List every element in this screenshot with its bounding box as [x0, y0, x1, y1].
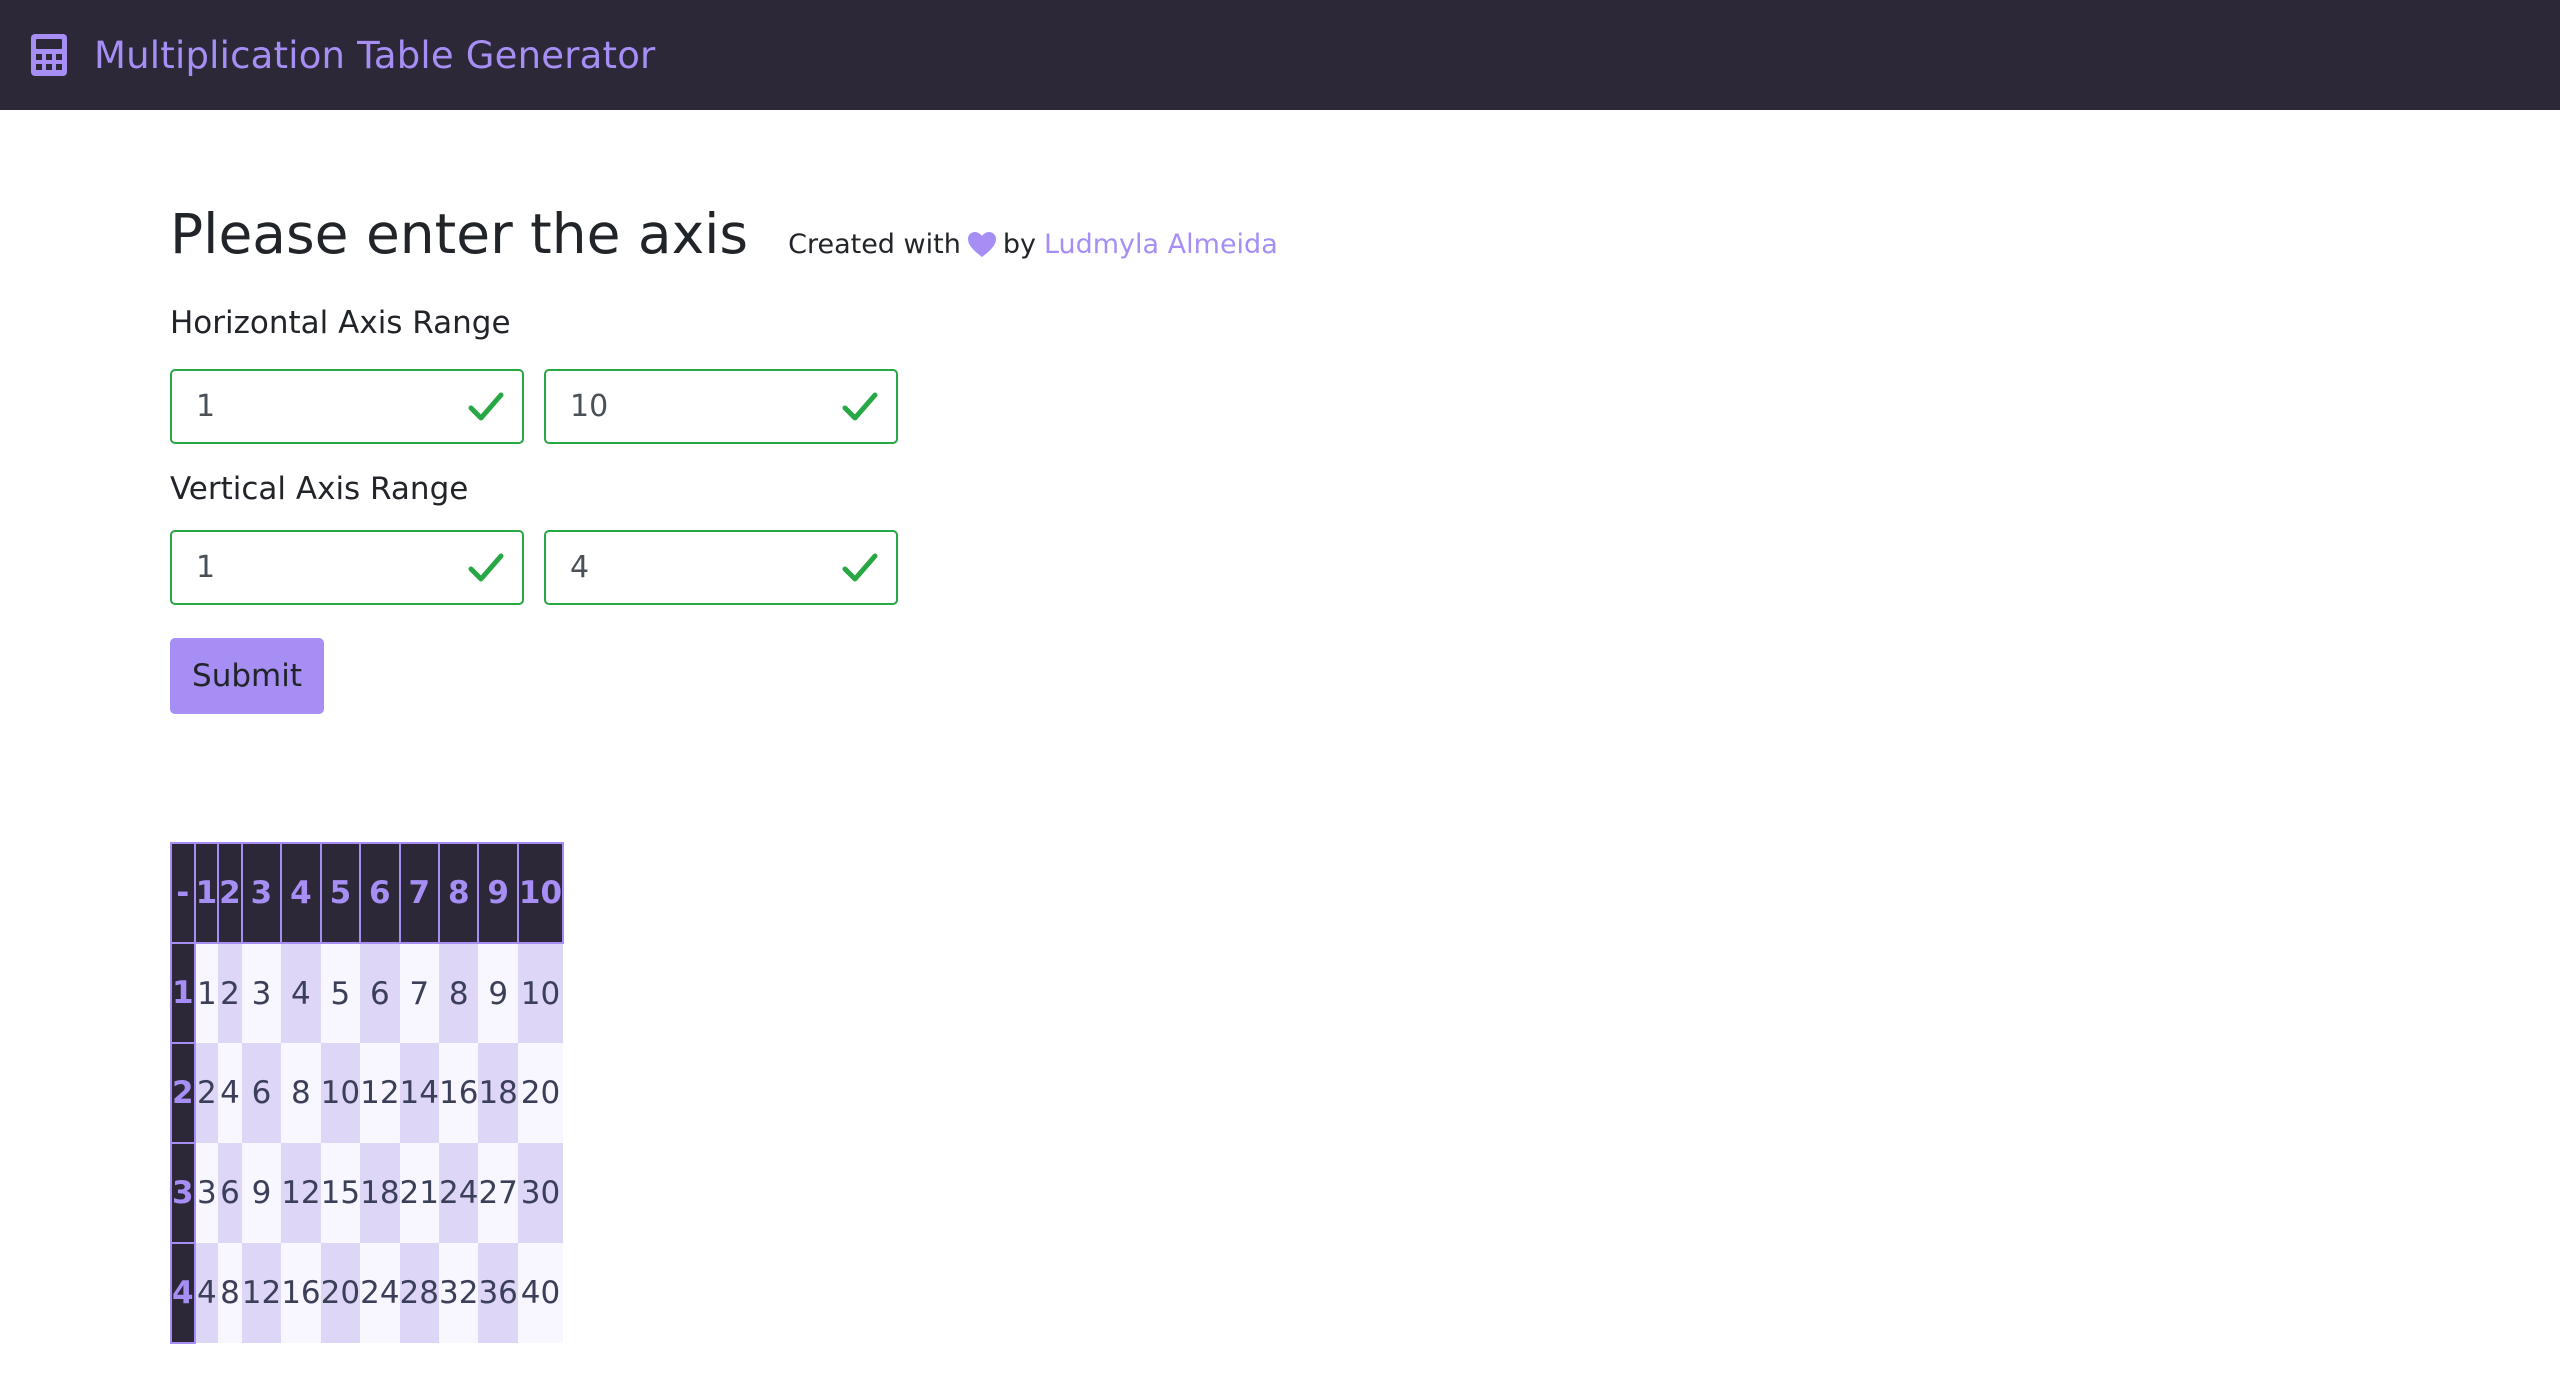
credit-by: by [1002, 229, 1036, 260]
table-cell: 24 [439, 1143, 479, 1243]
table-cell: 12 [241, 1243, 282, 1343]
vertical-max-field[interactable] [544, 530, 898, 605]
horizontal-min-field[interactable] [170, 369, 524, 444]
vertical-max-input[interactable] [546, 549, 832, 586]
table-cell: 20 [517, 1043, 564, 1143]
page-title: Please enter the axis [170, 202, 749, 266]
table-cell: 9 [241, 1143, 282, 1243]
table-cell: 28 [399, 1243, 439, 1343]
table-cell: 4 [218, 1043, 242, 1143]
vertical-axis-label: Vertical Axis Range [170, 471, 469, 507]
table-cell: 40 [517, 1243, 564, 1343]
table-cell: 18 [478, 1043, 518, 1143]
table-cell: 2 [194, 1043, 219, 1143]
row-header: 2 [170, 1042, 196, 1144]
row-header: 1 [170, 942, 196, 1044]
table-cell: 5 [320, 943, 361, 1043]
row-header: 3 [170, 1142, 196, 1244]
column-header: 3 [240, 842, 283, 944]
author-link[interactable]: Ludmyla Almeida [1044, 229, 1278, 260]
table-cell: 7 [399, 943, 439, 1043]
vertical-min-field[interactable] [170, 530, 524, 605]
table-cell: 27 [478, 1143, 518, 1243]
column-header: 1 [193, 842, 220, 944]
check-icon [842, 392, 878, 421]
table-cell: 3 [241, 943, 282, 1043]
column-header: 8 [437, 842, 480, 944]
horizontal-max-field[interactable] [544, 369, 898, 444]
table-cell: 6 [241, 1043, 282, 1143]
horizontal-axis-label: Horizontal Axis Range [170, 305, 511, 341]
calculator-icon [31, 34, 67, 76]
table-cell: 8 [281, 1043, 321, 1143]
table-cell: 14 [399, 1043, 439, 1143]
column-header: 7 [398, 842, 441, 944]
table-row: 3 3 6 9 12 15 18 21 24 27 30 [170, 1142, 564, 1244]
row-header: 4 [170, 1242, 196, 1344]
horizontal-min-input[interactable] [172, 388, 458, 425]
heart-icon [967, 232, 996, 257]
check-icon [468, 392, 504, 421]
table-cell: 21 [399, 1143, 439, 1243]
table-cell: 6 [360, 943, 400, 1043]
table-cell: 8 [439, 943, 479, 1043]
table-cell: 16 [281, 1243, 321, 1343]
table-header-row: - 1 2 3 4 5 6 7 8 9 10 [170, 842, 565, 944]
column-header: 4 [280, 842, 322, 944]
table-cell: 16 [439, 1043, 479, 1143]
table-cell: 4 [281, 943, 321, 1043]
column-header: 9 [477, 842, 519, 944]
column-header: 6 [359, 842, 401, 944]
table-cell: 2 [218, 943, 242, 1043]
table-cell: 18 [360, 1143, 400, 1243]
column-header: 10 [516, 842, 565, 944]
heading-row: Please enter the axis Created with by Lu… [170, 202, 1278, 266]
vertical-min-input[interactable] [172, 549, 458, 586]
column-header: 2 [217, 842, 243, 944]
table-cell: 1 [194, 943, 219, 1043]
table-cell: 8 [218, 1243, 242, 1343]
table-cell: 24 [360, 1243, 400, 1343]
table-cell: 4 [194, 1243, 219, 1343]
table-cell: 10 [517, 943, 564, 1043]
app-title[interactable]: Multiplication Table Generator [94, 34, 655, 77]
check-icon [468, 553, 504, 582]
multiplication-table: - 1 2 3 4 5 6 7 8 9 10 1 1 2 3 4 5 6 7 8… [170, 842, 565, 1344]
navbar: Multiplication Table Generator [0, 0, 2560, 110]
table-row: 2 2 4 6 8 10 12 14 16 18 20 [170, 1042, 564, 1144]
table-cell: 6 [218, 1143, 242, 1243]
table-cell: 3 [194, 1143, 219, 1243]
table-cell: 9 [478, 943, 518, 1043]
table-cell: 32 [439, 1243, 479, 1343]
table-row: 4 4 8 12 16 20 24 28 32 36 40 [170, 1242, 564, 1344]
credit: Created with by Ludmyla Almeida [788, 229, 1278, 260]
table-cell: 15 [320, 1143, 361, 1243]
table-cell: 36 [478, 1243, 518, 1343]
table-cell: 20 [320, 1243, 361, 1343]
table-row: 1 1 2 3 4 5 6 7 8 9 10 [170, 942, 564, 1044]
table-cell: 12 [360, 1043, 400, 1143]
credit-prefix: Created with [788, 229, 961, 260]
horizontal-max-input[interactable] [546, 388, 832, 425]
table-cell: 30 [517, 1143, 564, 1243]
check-icon [842, 553, 878, 582]
table-corner: - [170, 842, 196, 944]
submit-button[interactable]: Submit [170, 638, 324, 714]
table-cell: 10 [320, 1043, 361, 1143]
table-cell: 12 [281, 1143, 321, 1243]
column-header: 5 [319, 842, 362, 944]
